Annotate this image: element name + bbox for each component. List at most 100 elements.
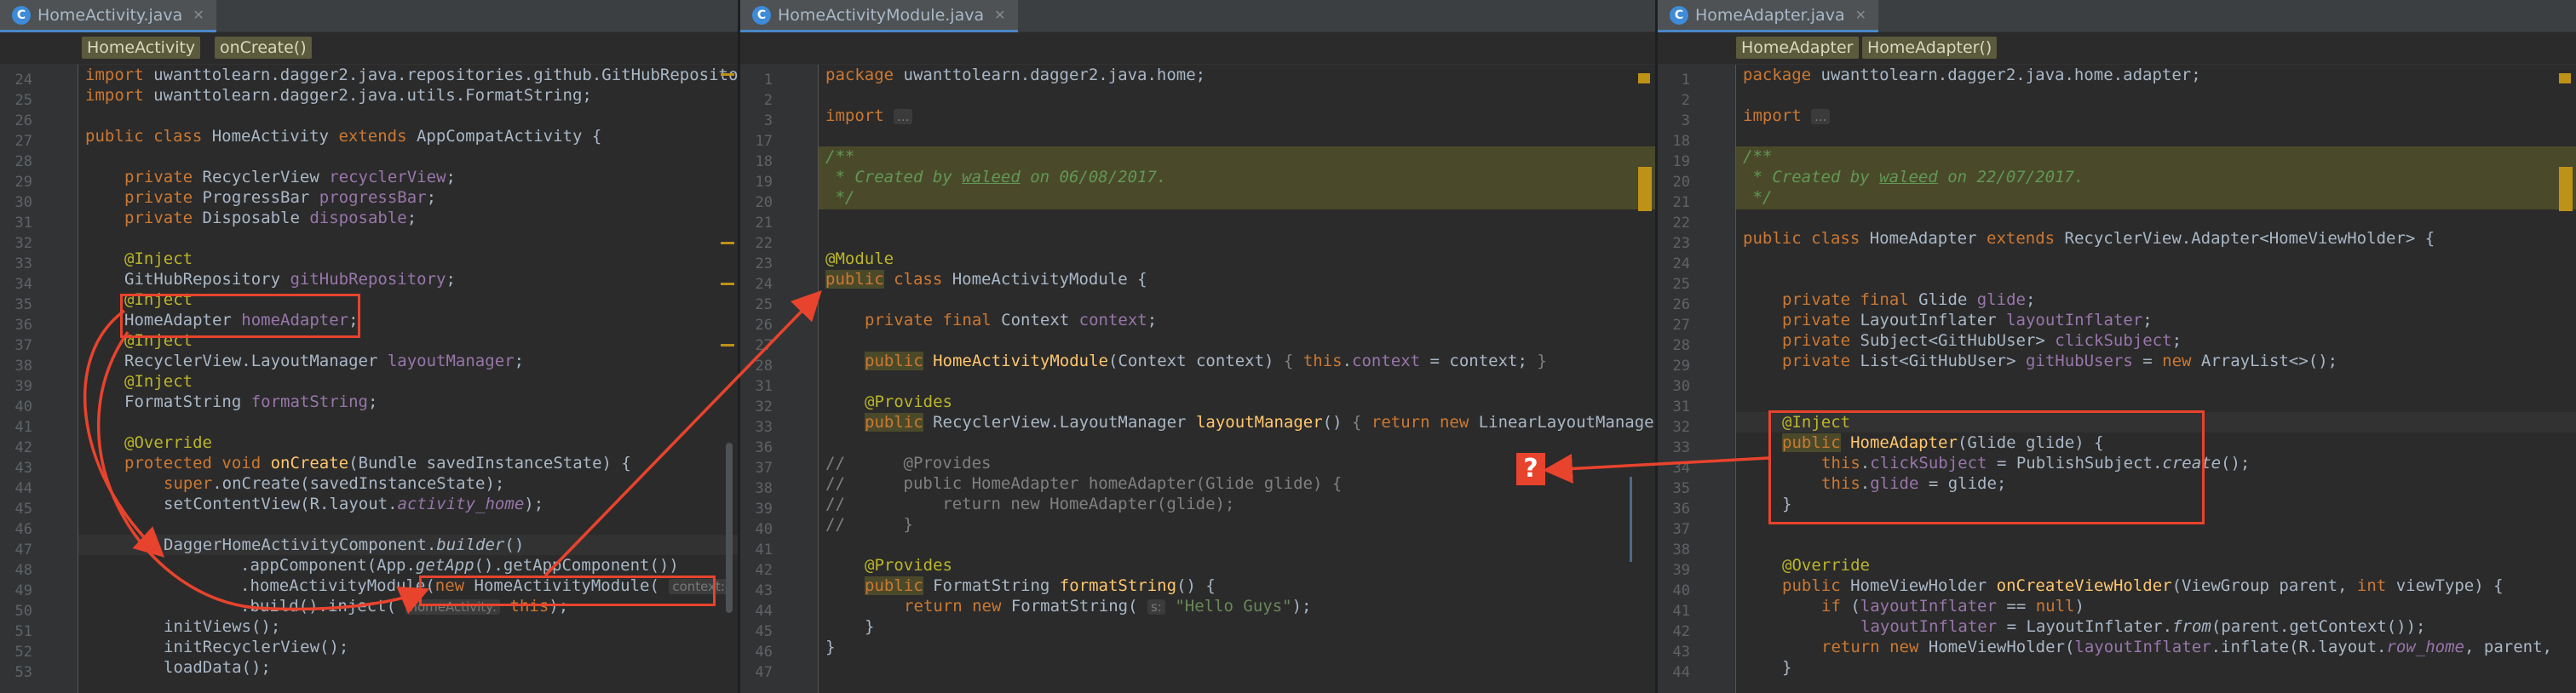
line-number: 38: [1672, 541, 1690, 558]
code-line: initViews();: [164, 617, 281, 636]
question-mark-badge: ?: [1516, 453, 1545, 485]
highlight-box-inject-constructor: [1768, 410, 2205, 524]
line-number: 38: [755, 480, 773, 497]
line-number: 28: [755, 358, 773, 375]
line-number: 21: [1672, 194, 1690, 211]
highlight-box-inject-homeadapter: [120, 294, 360, 338]
tab-label: HomeActivity.java: [37, 5, 183, 25]
line-number: 37: [1672, 521, 1690, 538]
line-number: 24: [1672, 255, 1690, 272]
line-number: 24: [14, 72, 32, 89]
code-line: private RecyclerView recyclerView;: [124, 168, 456, 186]
line-number: 34: [1672, 460, 1690, 477]
close-icon[interactable]: ✕: [994, 7, 1005, 23]
line-number: 1: [1681, 72, 1690, 89]
code-line: private ProgressBar progressBar;: [124, 188, 437, 207]
line-number: 25: [1672, 276, 1690, 293]
line-number: 20: [755, 194, 773, 211]
line-number: 32: [755, 398, 773, 415]
code-line: @Inject: [124, 249, 193, 268]
line-number: 26: [1672, 296, 1690, 313]
class-icon: C: [12, 5, 31, 25]
line-number: 41: [14, 419, 32, 436]
line-number: 17: [755, 133, 773, 150]
breadcrumb-class[interactable]: HomeActivity: [82, 37, 201, 59]
error-stripe-marker: [1638, 167, 1652, 211]
code-line: */: [825, 188, 855, 207]
line-number: 25: [14, 92, 32, 109]
editor-pane-home-activity: C HomeActivity.java ✕ HomeActivity onCre…: [0, 0, 738, 693]
line-number: 43: [1672, 644, 1690, 661]
line-number: 27: [755, 337, 773, 354]
code-line: // public HomeAdapter homeAdapter(Glide …: [825, 474, 1343, 493]
line-number: 26: [755, 317, 773, 334]
tab-label: HomeActivityModule.java: [778, 5, 985, 25]
breadcrumb-class[interactable]: HomeAdapter: [1736, 37, 1859, 59]
code-line: RecyclerView.LayoutManager layoutManager…: [124, 352, 525, 370]
line-number: 39: [1672, 562, 1690, 579]
line-number: 25: [755, 296, 773, 313]
close-icon[interactable]: ✕: [193, 7, 204, 23]
code-area[interactable]: package uwanttolearn.dagger2.java.home; …: [819, 65, 1655, 693]
code-line: * Created by waleed on 22/07/2017.: [1743, 168, 2084, 186]
line-number: 29: [1672, 358, 1690, 375]
line-number: 50: [14, 603, 32, 620]
error-stripe-marker: [721, 242, 734, 244]
code-line: private Disposable disposable;: [124, 209, 417, 227]
code-line: private final Glide glide;: [1782, 290, 2036, 309]
line-number: 40: [14, 398, 32, 415]
line-number: 45: [755, 623, 773, 640]
tab-home-adapter[interactable]: C HomeAdapter.java ✕: [1658, 0, 1878, 32]
line-number: 39: [755, 501, 773, 518]
code-line: */: [1743, 188, 1773, 207]
line-number: 22: [755, 235, 773, 252]
code-line: /**: [1743, 147, 1773, 166]
code-line: return new FormatString( s: "Hello Guys"…: [904, 597, 1312, 616]
line-number: 31: [755, 378, 773, 395]
code-line: private Subject<GitHubUser> clickSubject…: [1782, 331, 2182, 350]
line-number: 32: [14, 235, 32, 252]
breadcrumb-method[interactable]: onCreate(): [215, 37, 312, 59]
code-line: layoutInflater = LayoutInflater.from(par…: [1860, 617, 2426, 636]
scrollbar[interactable]: [726, 443, 733, 613]
code-line: protected void onCreate(Bundle savedInst…: [124, 454, 631, 472]
line-number: 49: [14, 582, 32, 599]
editor-pane-home-activity-module: C HomeActivityModule.java ✕ 1 2 3 17 18 19 20 2…: [740, 0, 1655, 693]
code-line: package uwanttolearn.dagger2.java.home;: [825, 66, 1206, 84]
tab-label: HomeAdapter.java: [1695, 5, 1845, 25]
line-number: 30: [1672, 378, 1690, 395]
line-number-gutter: 24 25 26 27 28 29 30 31 32 33 34 35 36 37 38 39 40 41 42 43…: [0, 65, 78, 693]
tab-home-activity-module[interactable]: C HomeActivityModule.java ✕: [740, 0, 1018, 32]
code-line: initRecyclerView();: [164, 638, 349, 656]
line-number: 3: [763, 112, 773, 129]
line-number: 24: [755, 276, 773, 293]
line-number: 2: [763, 92, 773, 109]
error-stripe-marker: [721, 344, 734, 346]
line-number: 2: [1681, 92, 1690, 109]
code-line: import uwanttolearn.dagger2.java.utils.F…: [85, 86, 592, 105]
code-area[interactable]: package uwanttolearn.dagger2.java.home.a…: [1736, 65, 2576, 693]
line-number: 43: [14, 460, 32, 477]
class-icon: C: [752, 5, 771, 25]
code-line: @Inject: [124, 372, 193, 391]
tab-home-activity[interactable]: C HomeActivity.java ✕: [0, 0, 216, 32]
line-number: 38: [14, 358, 32, 375]
code-line: private LayoutInflater layoutInflater;: [1782, 311, 2153, 329]
code-line: }: [825, 638, 836, 656]
code-line: @Provides: [865, 392, 952, 411]
code-line: import uwanttolearn.dagger2.java.reposit…: [85, 66, 738, 84]
line-number: 41: [755, 541, 773, 558]
error-stripe-marker: [1638, 73, 1650, 83]
breadcrumb-method[interactable]: HomeAdapter(): [1862, 37, 1998, 59]
code-line: .appComponent(App.getApp().getAppCompone…: [240, 556, 679, 575]
code-line: @Override: [1782, 556, 1870, 575]
close-icon[interactable]: ✕: [1855, 7, 1866, 23]
line-number: 42: [755, 562, 773, 579]
line-number: 37: [14, 337, 32, 354]
line-number: 23: [1672, 235, 1690, 252]
code-line: public HomeViewHolder onCreateViewHolder…: [1782, 576, 2504, 595]
line-number: 26: [14, 112, 32, 129]
line-number: 39: [14, 378, 32, 395]
code-line: // return new HomeAdapter(glide);: [825, 495, 1235, 513]
line-number: 33: [755, 419, 773, 436]
